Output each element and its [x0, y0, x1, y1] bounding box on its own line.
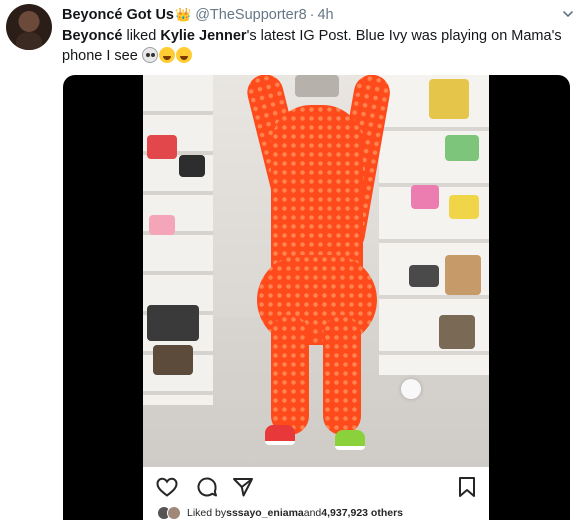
tweet[interactable]: Beyoncé Got Us 👑 @TheSupporter8 · 4h Bey… — [0, 0, 582, 520]
heart-icon — [156, 477, 178, 497]
mention-subject: Kylie Jenner — [160, 28, 247, 44]
sneaker — [265, 425, 295, 445]
handbag — [449, 195, 479, 219]
handbag — [411, 185, 439, 209]
handbag — [445, 255, 481, 295]
leg — [323, 315, 361, 435]
avatar[interactable] — [6, 4, 52, 50]
handbag — [149, 215, 175, 235]
likes-prefix: Liked by — [187, 507, 227, 519]
video-frame[interactable] — [143, 75, 489, 467]
skull-emoji — [141, 47, 158, 63]
joy-emoji — [175, 47, 192, 63]
handbag — [409, 265, 439, 287]
bookmark-icon — [459, 477, 475, 497]
joy-emoji — [158, 47, 175, 63]
share-icon — [233, 478, 253, 497]
phone — [295, 75, 339, 97]
video-player[interactable]: Liked by sssayo_eniama and 4,937,923 oth… — [63, 75, 570, 520]
mention-actor: Beyoncé — [62, 28, 123, 44]
handbag — [153, 345, 193, 375]
tweet-text: Beyoncé liked Kylie Jenner's latest IG P… — [62, 26, 572, 66]
crown-emoji: 👑 — [175, 7, 192, 22]
separator-dot: · — [309, 7, 315, 23]
avatar — [167, 506, 181, 520]
text-verb: liked — [122, 28, 161, 44]
display-name[interactable]: Beyoncé Got Us — [62, 7, 174, 23]
handbag — [429, 79, 469, 119]
likes-count: 4,937,923 others — [321, 507, 403, 519]
handbag — [179, 155, 205, 177]
comment-icon — [197, 477, 217, 497]
handbag — [147, 305, 199, 341]
tweet-header: Beyoncé Got Us 👑 @TheSupporter8 · 4h — [62, 6, 334, 24]
likes-row: Liked by sssayo_eniama and 4,937,923 oth… — [157, 505, 403, 520]
likes-user: sssayo_eniama — [226, 507, 304, 519]
instagram-action-bar: Liked by sssayo_eniama and 4,937,923 oth… — [143, 467, 489, 520]
handbag — [439, 315, 475, 349]
sneaker — [335, 430, 365, 450]
handbag — [445, 135, 479, 161]
touch-indicator — [401, 379, 421, 399]
timestamp[interactable]: 4h — [317, 7, 333, 23]
person-in-orange-outfit — [243, 75, 393, 467]
handbag — [147, 135, 177, 159]
chevron-down-icon[interactable] — [562, 8, 574, 20]
likes-mid: and — [303, 507, 322, 519]
user-handle[interactable]: @TheSupporter8 — [195, 7, 306, 23]
leg — [271, 315, 309, 435]
